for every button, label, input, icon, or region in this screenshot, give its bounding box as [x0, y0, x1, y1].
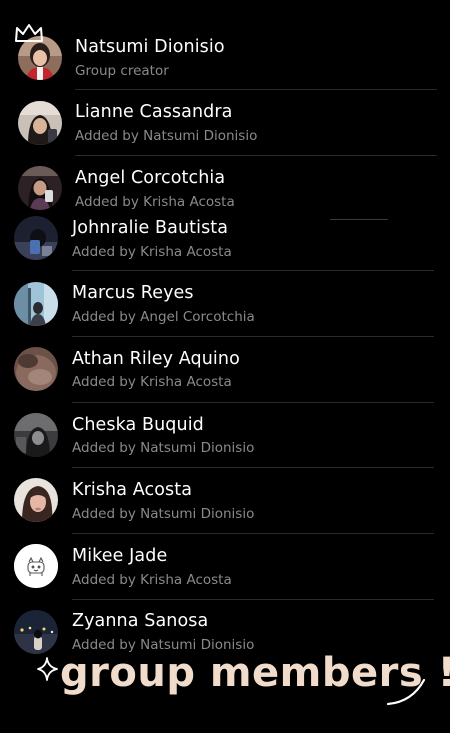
- angel-avatar[interactable]: [18, 166, 62, 210]
- member-added-by: Added by Krisha Acosta: [72, 572, 232, 588]
- johnralie-avatar[interactable]: [14, 216, 58, 260]
- member-role: Group creator: [75, 63, 169, 79]
- krisha-avatar[interactable]: [14, 478, 58, 522]
- member-name: Cheska Buquid: [72, 415, 204, 435]
- zyanna-avatar[interactable]: [14, 610, 58, 654]
- lianne-avatar[interactable]: [18, 101, 62, 145]
- member-added-by: Added by Krisha Acosta: [72, 244, 232, 260]
- member-row-mikee[interactable]: Mikee Jade Added by Krisha Acosta: [0, 534, 450, 600]
- member-added-by: Added by Natsumi Dionisio: [72, 506, 255, 522]
- member-name: Johnralie Bautista: [72, 218, 229, 238]
- member-added-by: Added by Natsumi Dionisio: [75, 128, 258, 144]
- member-name: Athan Riley Aquino: [72, 349, 240, 369]
- sparkle-icon: [37, 657, 58, 681]
- crown-icon: [15, 24, 43, 42]
- member-name: Krisha Acosta: [72, 480, 193, 500]
- member-added-by: Added by Natsumi Dionisio: [72, 440, 255, 456]
- member-row-lianne[interactable]: Lianne Cassandra Added by Natsumi Dionis…: [0, 90, 450, 156]
- member-row-krisha[interactable]: Krisha Acosta Added by Natsumi Dionisio: [0, 468, 450, 534]
- member-name: Angel Corcotchia: [75, 168, 226, 188]
- member-row-natsumi[interactable]: Natsumi Dionisio Group creator: [0, 24, 450, 90]
- member-added-by: Added by Angel Corcotchia: [72, 309, 255, 325]
- mikee-avatar[interactable]: [14, 544, 58, 588]
- cheska-avatar[interactable]: [14, 413, 58, 457]
- athan-avatar[interactable]: [14, 347, 58, 391]
- member-name: Lianne Cassandra: [75, 102, 233, 122]
- member-row-marcus[interactable]: Marcus Reyes Added by Angel Corcotchia: [0, 271, 450, 337]
- swoosh-icon: [386, 678, 426, 706]
- marcus-avatar[interactable]: [14, 282, 58, 326]
- member-row-johnralie[interactable]: Johnralie Bautista Added by Krisha Acost…: [0, 206, 450, 272]
- member-added-by: Added by Krisha Acosta: [72, 374, 232, 390]
- member-row-athan[interactable]: Athan Riley Aquino Added by Krisha Acost…: [0, 337, 450, 403]
- member-name: Marcus Reyes: [72, 283, 194, 303]
- member-name: Mikee Jade: [72, 546, 168, 566]
- member-row-cheska[interactable]: Cheska Buquid Added by Natsumi Dionisio: [0, 403, 450, 469]
- member-name: Zyanna Sanosa: [72, 611, 209, 631]
- member-name: Natsumi Dionisio: [75, 37, 225, 57]
